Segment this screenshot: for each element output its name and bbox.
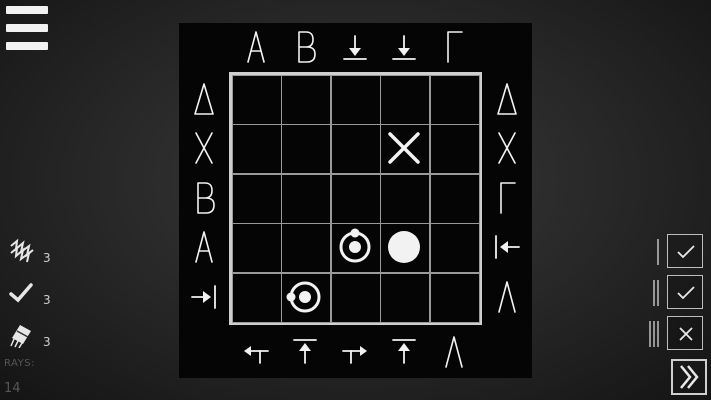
- letter-glyph: [298, 31, 317, 63]
- left-label-2: B: [190, 181, 218, 215]
- check-icon: [677, 286, 695, 300]
- rays-label: RAYS:: [4, 358, 35, 369]
- right-label-1: X: [493, 131, 521, 165]
- letter-glyph: [194, 83, 214, 115]
- eraser-icon[interactable]: [8, 322, 34, 349]
- grid-cell[interactable]: [232, 173, 282, 224]
- arrow-glyph: [341, 346, 367, 364]
- arrow-glyph: [392, 339, 417, 364]
- letter-glyph: [195, 132, 213, 165]
- arrow-glyph: [293, 339, 318, 364]
- cross-marker-icon[interactable]: [381, 125, 427, 171]
- right-label-4: Λ: [493, 280, 521, 314]
- result-wrong: [667, 316, 703, 350]
- tool-count: 3: [43, 293, 51, 307]
- zigzag-ray-icon[interactable]: [8, 238, 34, 264]
- letter-glyph: [195, 231, 213, 263]
- grid-cell[interactable]: [429, 272, 480, 323]
- right-label-2: Γ: [493, 181, 521, 215]
- grid-cell[interactable]: [232, 124, 282, 175]
- grid-cell[interactable]: [330, 75, 381, 125]
- grid-cell[interactable]: [281, 124, 332, 175]
- grid-cell[interactable]: [429, 173, 480, 224]
- tool-count: 3: [43, 335, 51, 349]
- top-label-4: Γ: [440, 30, 468, 64]
- left-label-0: Δ: [190, 82, 218, 116]
- arrow-up-icon[interactable]: [390, 335, 418, 369]
- arrow-glyph: [342, 35, 367, 60]
- solid-atom-icon[interactable]: [381, 224, 427, 270]
- letter-glyph: [247, 31, 265, 63]
- letter-glyph: [197, 181, 215, 214]
- letter-glyph: [498, 132, 516, 165]
- grid-cell[interactable]: [232, 223, 282, 274]
- check-icon: [677, 245, 695, 259]
- grid-cell[interactable]: [330, 124, 381, 175]
- puzzle-grid: [229, 72, 482, 325]
- result-correct: [667, 234, 703, 268]
- grid-cell[interactable]: [281, 173, 332, 224]
- letter-glyph: [497, 83, 517, 115]
- grid-cell[interactable]: [281, 223, 332, 274]
- arrow-glyph: [244, 346, 269, 364]
- letter-glyph: [498, 280, 516, 313]
- left-label-1: X: [190, 131, 218, 165]
- checkmark-icon[interactable]: [8, 280, 34, 306]
- double-chevron-right-icon: [680, 365, 699, 389]
- orbiting-atom-icon[interactable]: [282, 274, 328, 320]
- bottom-label-4: Λ: [440, 335, 468, 369]
- grid-cell[interactable]: [232, 272, 282, 323]
- round-numeral: II: [652, 278, 660, 308]
- rays-count: 14: [4, 381, 21, 396]
- round-numeral: III: [648, 319, 660, 349]
- arrow-glyph: [495, 235, 520, 260]
- top-label-1: B: [291, 30, 319, 64]
- arrow-left-icon[interactable]: [493, 230, 521, 264]
- letter-glyph: [446, 31, 463, 63]
- arrow-glyph: [191, 284, 216, 309]
- grid-cell[interactable]: [429, 75, 480, 125]
- grid-cell[interactable]: [380, 75, 431, 125]
- left-label-3: A: [190, 230, 218, 264]
- arrow-down-icon[interactable]: [390, 30, 418, 64]
- arrow-right-icon[interactable]: [190, 280, 218, 314]
- orbiting-atom-icon[interactable]: [332, 224, 378, 270]
- next-button[interactable]: [671, 359, 707, 395]
- grid-cell[interactable]: [330, 272, 381, 323]
- grid-cell[interactable]: [232, 75, 282, 125]
- arrow-up-left-turn-icon[interactable]: [242, 335, 270, 369]
- letter-glyph: [444, 336, 463, 368]
- round-numeral: I: [656, 237, 660, 267]
- cross-icon: [679, 327, 693, 341]
- result-correct: [667, 275, 703, 309]
- grid-cell[interactable]: [380, 272, 431, 323]
- letter-glyph: [500, 181, 516, 214]
- grid-cell[interactable]: [281, 75, 332, 125]
- grid-cell[interactable]: [380, 173, 431, 224]
- arrow-down-icon[interactable]: [341, 30, 369, 64]
- right-label-0: Δ: [493, 82, 521, 116]
- tool-count: 3: [43, 251, 51, 265]
- grid-cell[interactable]: [429, 223, 480, 274]
- arrow-glyph: [392, 35, 417, 60]
- arrow-up-right-turn-icon[interactable]: [341, 335, 369, 369]
- grid-cell[interactable]: [429, 124, 480, 175]
- grid-cell[interactable]: [330, 173, 381, 224]
- top-label-0: A: [242, 30, 270, 64]
- menu-icon[interactable]: [6, 6, 48, 50]
- arrow-up-icon[interactable]: [291, 335, 319, 369]
